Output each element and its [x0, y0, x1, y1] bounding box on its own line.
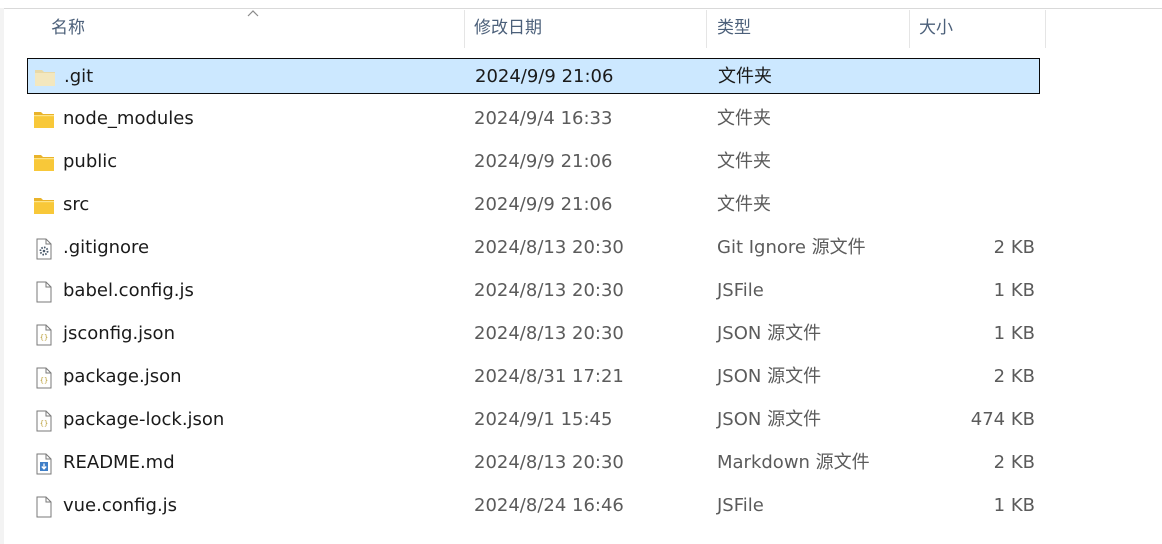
file-name[interactable]: node_modules: [63, 101, 194, 137]
file-type: Git Ignore 源文件: [717, 237, 866, 258]
file-date: 2024/9/1 15:45: [474, 409, 613, 430]
file-name[interactable]: jsconfig.json: [63, 316, 175, 352]
file-date: 2024/8/13 20:30: [474, 452, 624, 473]
navigation-pane-edge: [0, 8, 4, 544]
config-file-icon-graphic: [36, 238, 52, 260]
file-row[interactable]: src 2024/9/9 21:06 文件夹: [27, 187, 1040, 223]
file-type: 文件夹: [717, 194, 771, 215]
file-row[interactable]: node_modules 2024/9/4 16:33 文件夹: [27, 101, 1040, 137]
column-header-name[interactable]: 名称: [43, 8, 464, 48]
svg-text:{}: {}: [40, 420, 48, 428]
folder-icon: [33, 195, 55, 215]
column-header-size[interactable]: 大小: [911, 8, 1045, 48]
file-name[interactable]: package-lock.json: [63, 402, 224, 438]
blank-file-icon: [33, 281, 55, 303]
file-name[interactable]: vue.config.js: [63, 488, 177, 524]
file-size: 1 KB: [993, 323, 1035, 344]
file-name[interactable]: src: [63, 187, 89, 223]
file-date: 2024/9/4 16:33: [474, 108, 613, 129]
file-size: 2 KB: [993, 366, 1035, 387]
file-row[interactable]: public 2024/9/9 21:06 文件夹: [27, 144, 1040, 180]
file-row[interactable]: .gitignore 2024/8/13 20:30 Git Ignore 源文件 2…: [27, 230, 1040, 266]
config-file-icon: [33, 238, 55, 260]
column-divider[interactable]: [464, 10, 465, 48]
file-date: 2024/8/13 20:30: [474, 323, 624, 344]
folder-icon-graphic: [34, 155, 54, 171]
file-type: JSON 源文件: [717, 409, 822, 430]
file-type: JSON 源文件: [717, 323, 822, 344]
svg-text:{}: {}: [40, 334, 48, 342]
folder-icon-graphic: [34, 198, 54, 214]
json-file-icon-graphic: {}: [36, 324, 52, 346]
file-row[interactable]: {} package-lock.json 2024/9/1 15:45 JSON 源文…: [27, 402, 1040, 438]
column-header-type[interactable]: 类型: [709, 8, 909, 48]
file-type: 文件夹: [717, 108, 771, 129]
file-date: 2024/8/24 16:46: [474, 495, 624, 516]
file-type: 文件夹: [717, 151, 771, 172]
file-date: 2024/9/9 21:06: [474, 151, 613, 172]
json-file-icon-graphic: {}: [36, 410, 52, 432]
json-file-icon: {}: [33, 367, 55, 389]
file-type: JSON 源文件: [717, 366, 822, 387]
file-type: JSFile: [717, 495, 764, 516]
file-type: Markdown 源文件: [717, 452, 870, 473]
folder-icon-graphic: [34, 112, 54, 128]
file-size: 474 KB: [970, 409, 1035, 430]
file-type: 文件夹: [718, 66, 772, 87]
file-size: 2 KB: [993, 237, 1035, 258]
file-date: 2024/9/9 21:06: [475, 66, 614, 87]
file-size: 1 KB: [993, 280, 1035, 301]
folder-icon: [34, 67, 56, 87]
file-date: 2024/8/13 20:30: [474, 280, 624, 301]
file-size: 2 KB: [993, 452, 1035, 473]
file-date: 2024/8/13 20:30: [474, 237, 624, 258]
svg-text:{}: {}: [40, 377, 48, 385]
file-row[interactable]: vue.config.js 2024/8/24 16:46 JSFile 1 KB: [27, 488, 1040, 524]
blank-file-icon-graphic: [36, 281, 52, 303]
folder-icon-graphic: [35, 70, 55, 86]
file-row[interactable]: .git 2024/9/9 21:06 文件夹: [27, 58, 1040, 94]
column-header-date[interactable]: 修改日期: [466, 8, 706, 48]
file-name[interactable]: babel.config.js: [63, 273, 194, 309]
file-row[interactable]: {} package.json 2024/8/31 17:21 JSON 源文件 2 K…: [27, 359, 1040, 395]
column-divider[interactable]: [909, 10, 910, 48]
column-divider[interactable]: [1045, 10, 1046, 48]
file-size: 1 KB: [993, 495, 1035, 516]
json-file-icon-graphic: {}: [36, 367, 52, 389]
file-row[interactable]: babel.config.js 2024/8/13 20:30 JSFile 1 KB: [27, 273, 1040, 309]
file-date: 2024/8/31 17:21: [474, 366, 624, 387]
file-row[interactable]: README.md 2024/8/13 20:30 Markdown 源文件 2 KB: [27, 445, 1040, 481]
file-name[interactable]: .git: [64, 59, 93, 95]
file-name[interactable]: .gitignore: [63, 230, 149, 266]
blank-file-icon: [33, 496, 55, 518]
file-name[interactable]: README.md: [63, 445, 175, 481]
column-header-bar: 名称 修改日期 类型 大小: [0, 8, 1162, 48]
file-name[interactable]: public: [63, 144, 117, 180]
file-row[interactable]: {} jsconfig.json 2024/8/13 20:30 JSON 源文件 1 …: [27, 316, 1040, 352]
file-date: 2024/9/9 21:06: [474, 194, 613, 215]
folder-icon: [33, 152, 55, 172]
json-file-icon: {}: [33, 324, 55, 346]
file-name[interactable]: package.json: [63, 359, 182, 395]
markdown-file-icon-graphic: [36, 453, 52, 475]
markdown-file-icon: [33, 453, 55, 475]
json-file-icon: {}: [33, 410, 55, 432]
blank-file-icon-graphic: [36, 496, 52, 518]
file-type: JSFile: [717, 280, 764, 301]
column-divider[interactable]: [706, 10, 707, 48]
folder-icon: [33, 109, 55, 129]
